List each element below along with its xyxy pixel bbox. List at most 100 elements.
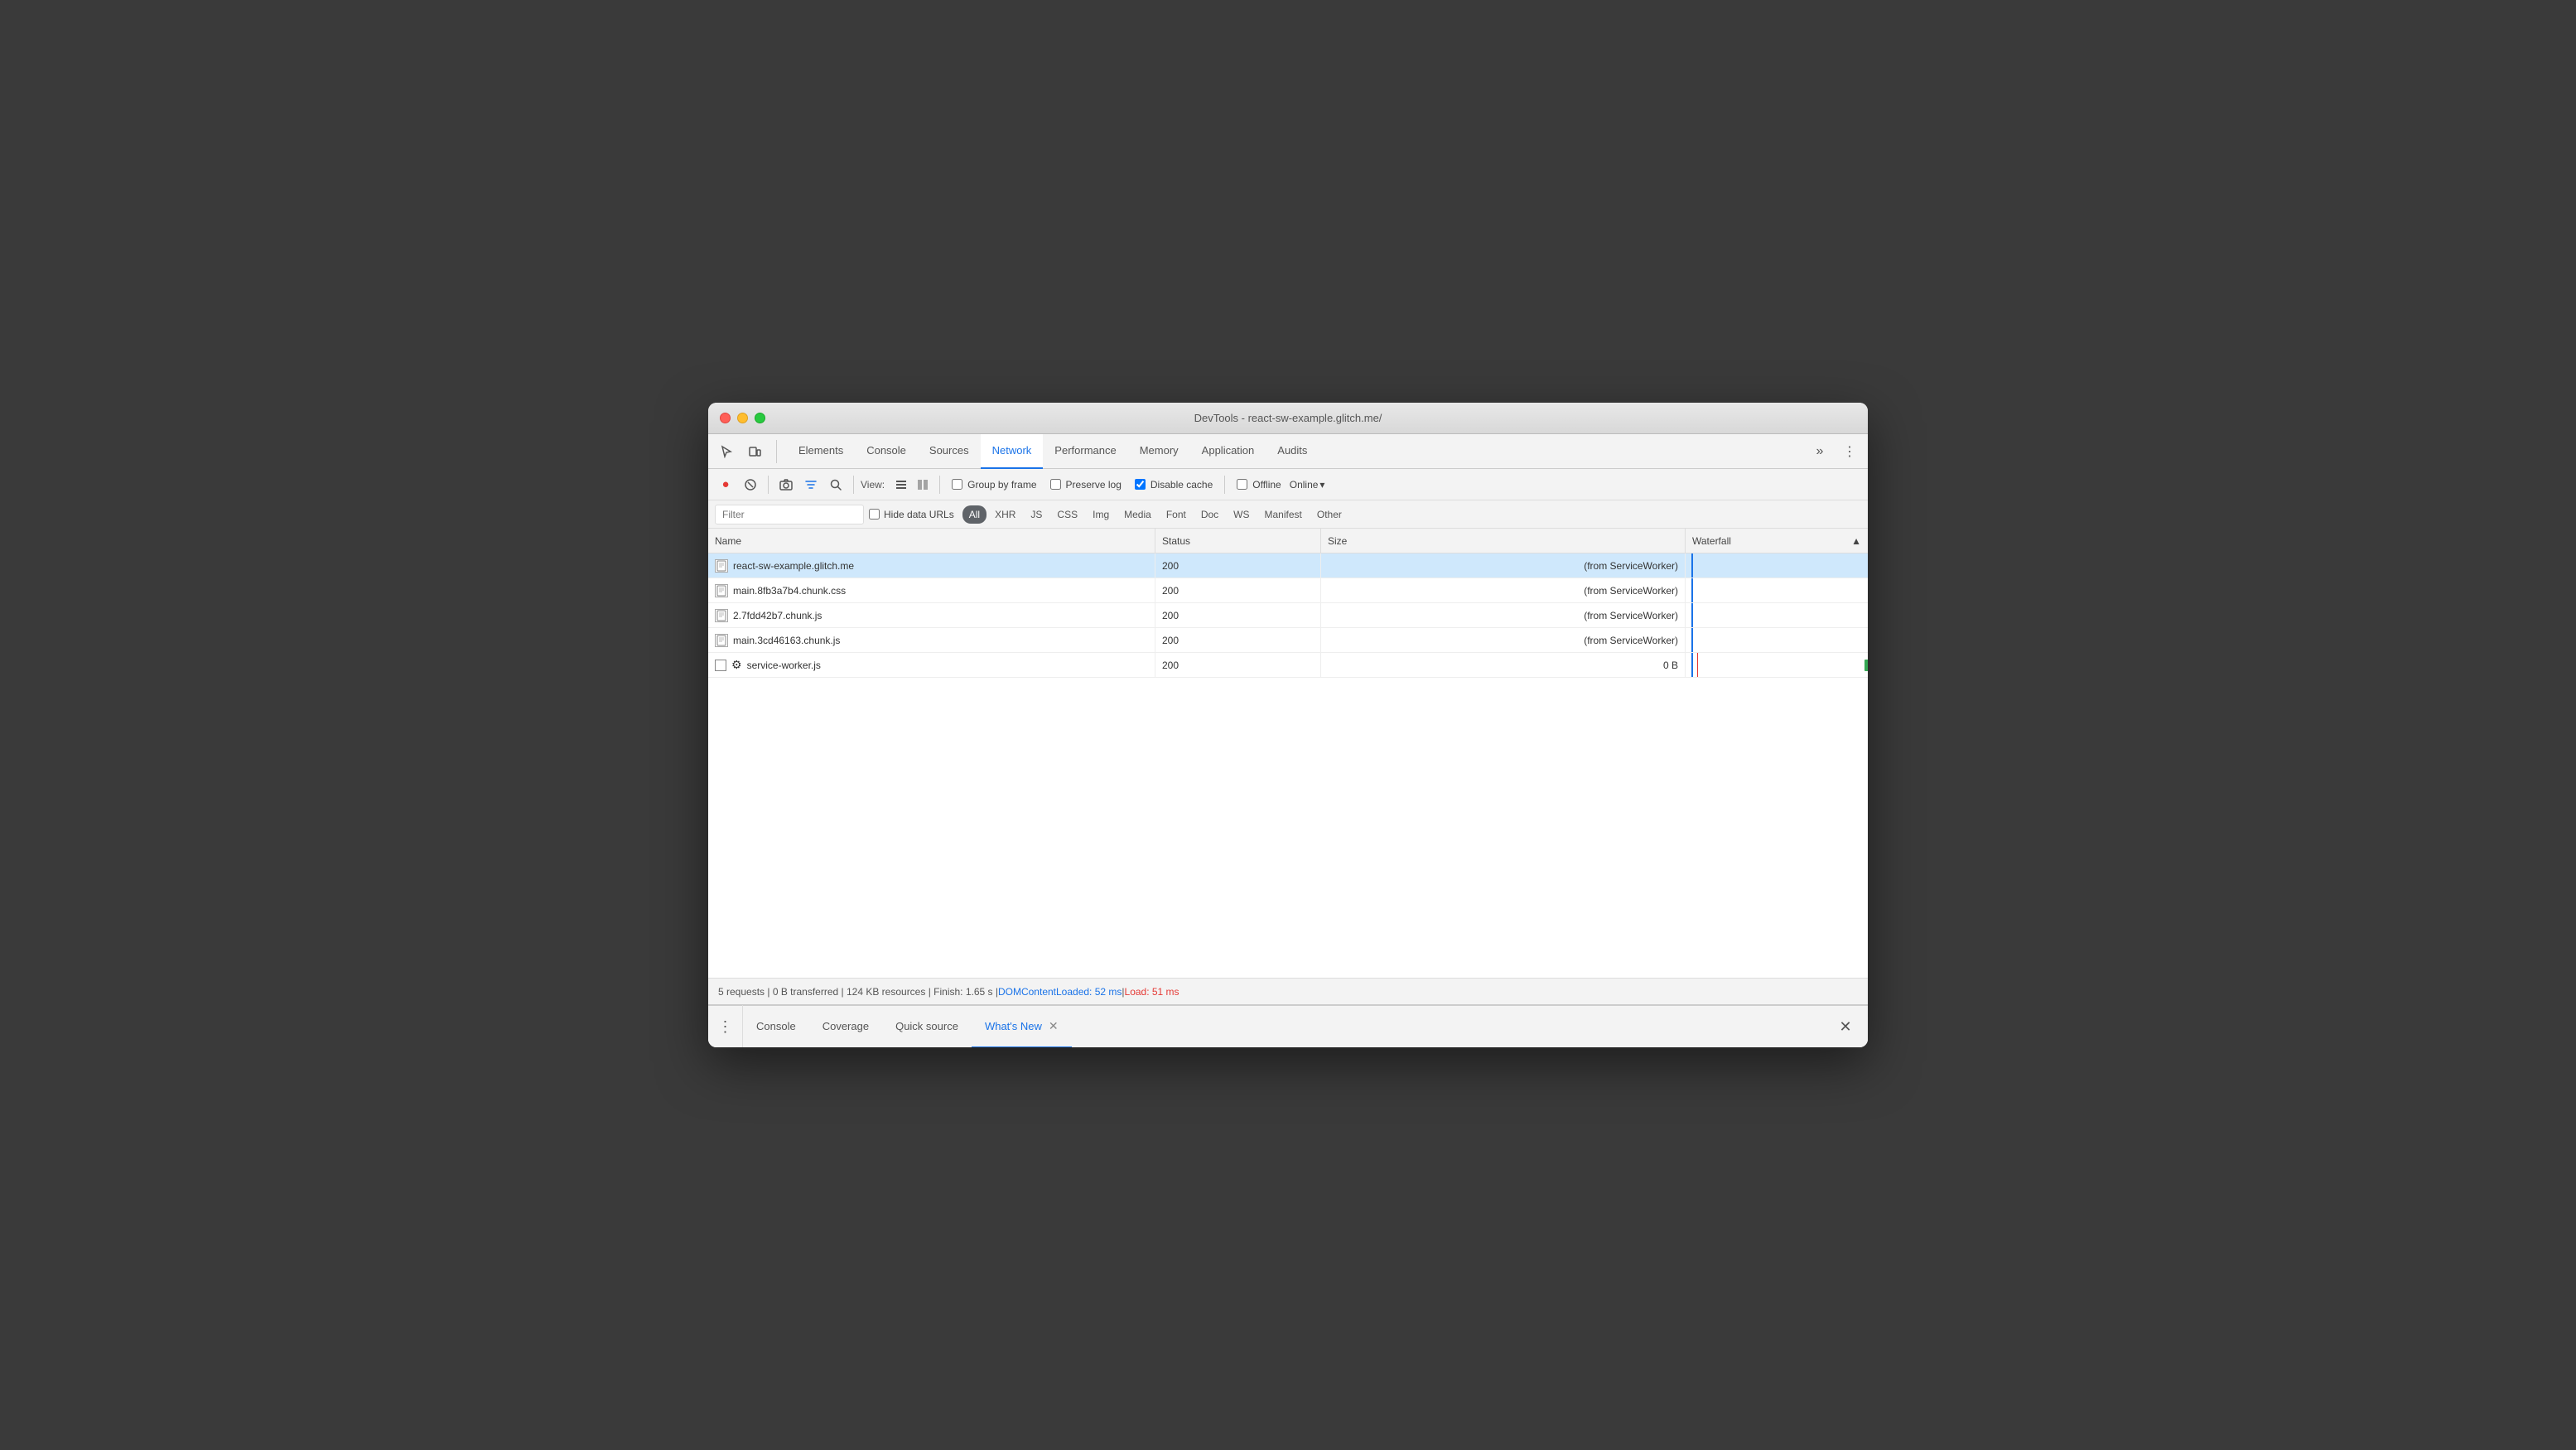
tab-memory[interactable]: Memory [1128,434,1190,469]
network-toolbar: ● [708,469,1868,500]
list-view-button[interactable] [891,475,911,495]
drawer-tab-whats-new[interactable]: What's New ✕ [972,1005,1072,1047]
minimize-window-button[interactable] [737,413,748,423]
more-tabs-button[interactable]: » [1808,440,1831,463]
waterfall-blue-line [1691,553,1693,578]
preserve-log-checkbox[interactable] [1050,479,1061,490]
tab-console[interactable]: Console [855,434,918,469]
toolbar-divider-2 [853,476,854,494]
clear-button[interactable] [740,474,761,495]
load-link[interactable]: Load: 51 ms [1125,986,1179,998]
filter-ws-button[interactable]: WS [1227,505,1256,524]
row-name-cell: react-sw-example.glitch.me [708,553,1155,578]
row-size-cell: 0 B [1321,653,1686,677]
waterfall-area [1689,653,1864,677]
row-size-cell: (from ServiceWorker) [1321,603,1686,627]
title-bar: DevTools - react-sw-example.glitch.me/ [708,403,1868,434]
drawer-menu-button[interactable]: ⋮ [708,1005,743,1047]
bottom-drawer: ⋮ Console Coverage Quick source What's N… [708,1004,1868,1047]
disable-cache-checkbox[interactable] [1135,479,1146,490]
filter-type-buttons: All XHR JS CSS Img Media Font [962,505,1348,524]
camera-button[interactable] [775,474,797,495]
col-header-name[interactable]: Name [708,529,1155,553]
main-tab-bar: Elements Console Sources Network Perform… [708,434,1868,469]
tab-application[interactable]: Application [1190,434,1266,469]
group-view-button[interactable] [913,475,933,495]
drawer-tab-coverage[interactable]: Coverage [809,1005,882,1047]
row-name-cell: main.8fb3a7b4.chunk.css [708,578,1155,602]
tab-performance[interactable]: Performance [1043,434,1127,469]
tab-bar-icons [715,440,777,463]
filter-all-button[interactable]: All [962,505,987,524]
view-toggle [891,475,933,495]
devtools-window: DevTools - react-sw-example.glitch.me/ [708,403,1868,1047]
table-row[interactable]: 2.7fdd42b7.chunk.js 200 (from ServiceWor… [708,603,1868,628]
hide-data-urls-label[interactable]: Hide data URLs [869,509,954,520]
search-button[interactable] [825,474,847,495]
filter-font-button[interactable]: Font [1160,505,1193,524]
record-button[interactable]: ● [715,474,736,495]
row-waterfall-cell [1686,628,1868,652]
col-header-size[interactable]: Size [1321,529,1686,553]
drawer-tab-console[interactable]: Console [743,1005,809,1047]
offline-checkbox[interactable] [1237,479,1247,490]
filter-xhr-button[interactable]: XHR [988,505,1022,524]
toolbar-divider-3 [939,476,940,494]
maximize-window-button[interactable] [755,413,765,423]
disable-cache-label[interactable]: Disable cache [1135,479,1213,491]
table-row[interactable]: react-sw-example.glitch.me 200 (from Ser… [708,553,1868,578]
waterfall-blue-line [1691,653,1693,677]
waterfall-area [1689,578,1864,602]
device-toggle-icon[interactable] [743,440,766,463]
tab-sources[interactable]: Sources [918,434,981,469]
filter-media-button[interactable]: Media [1117,505,1158,524]
traffic-lights [720,413,765,423]
view-label: View: [861,479,885,491]
row-size-cell: (from ServiceWorker) [1321,578,1686,602]
drawer-tab-quick-source[interactable]: Quick source [882,1005,972,1047]
waterfall-green-dot [1864,660,1868,671]
filter-bar: Hide data URLs All XHR JS CSS Img [708,500,1868,529]
close-window-button[interactable] [720,413,731,423]
filter-input[interactable] [715,505,864,524]
row-name-cell: ⚙ service-worker.js [708,653,1155,677]
group-by-frame-checkbox[interactable] [952,479,962,490]
throttling-dropdown[interactable]: Online ▾ [1290,479,1325,491]
filter-js-button[interactable]: JS [1024,505,1049,524]
checkbox-icon [715,660,726,671]
row-status-cell: 200 [1155,578,1321,602]
waterfall-area [1689,603,1864,627]
tab-elements[interactable]: Elements [787,434,855,469]
filter-other-button[interactable]: Other [1310,505,1348,524]
filter-manifest-button[interactable]: Manifest [1258,505,1309,524]
filter-css-button[interactable]: CSS [1050,505,1084,524]
filter-doc-button[interactable]: Doc [1194,505,1225,524]
dom-content-loaded-link[interactable]: DOMContentLoaded: 52 ms [998,986,1122,998]
cursor-icon[interactable] [715,440,738,463]
close-drawer-button[interactable]: ✕ [1833,1014,1858,1039]
row-name-cell: 2.7fdd42b7.chunk.js [708,603,1155,627]
tab-audits[interactable]: Audits [1266,434,1319,469]
hide-data-urls-checkbox[interactable] [869,509,880,520]
filter-button[interactable] [800,474,822,495]
waterfall-blue-line [1691,578,1693,602]
row-status-cell: 200 [1155,653,1321,677]
filter-img-button[interactable]: Img [1086,505,1116,524]
offline-label[interactable]: Offline [1237,479,1281,491]
row-waterfall-cell [1686,578,1868,602]
waterfall-blue-line [1691,603,1693,627]
col-header-status[interactable]: Status [1155,529,1321,553]
tab-more-area: » ⋮ [1808,440,1861,463]
gear-icon: ⚙ [731,658,742,672]
file-icon [715,634,728,647]
toolbar-divider-4 [1224,476,1225,494]
close-whats-new-button[interactable]: ✕ [1049,1019,1059,1033]
tab-network[interactable]: Network [981,434,1044,469]
devtools-menu-button[interactable]: ⋮ [1838,440,1861,463]
table-row[interactable]: main.3cd46163.chunk.js 200 (from Service… [708,628,1868,653]
table-row[interactable]: ⚙ service-worker.js 200 0 B [708,653,1868,678]
preserve-log-label[interactable]: Preserve log [1050,479,1122,491]
table-row[interactable]: main.8fb3a7b4.chunk.css 200 (from Servic… [708,578,1868,603]
col-header-waterfall[interactable]: Waterfall ▲ [1686,529,1868,553]
group-by-frame-label[interactable]: Group by frame [952,479,1036,491]
